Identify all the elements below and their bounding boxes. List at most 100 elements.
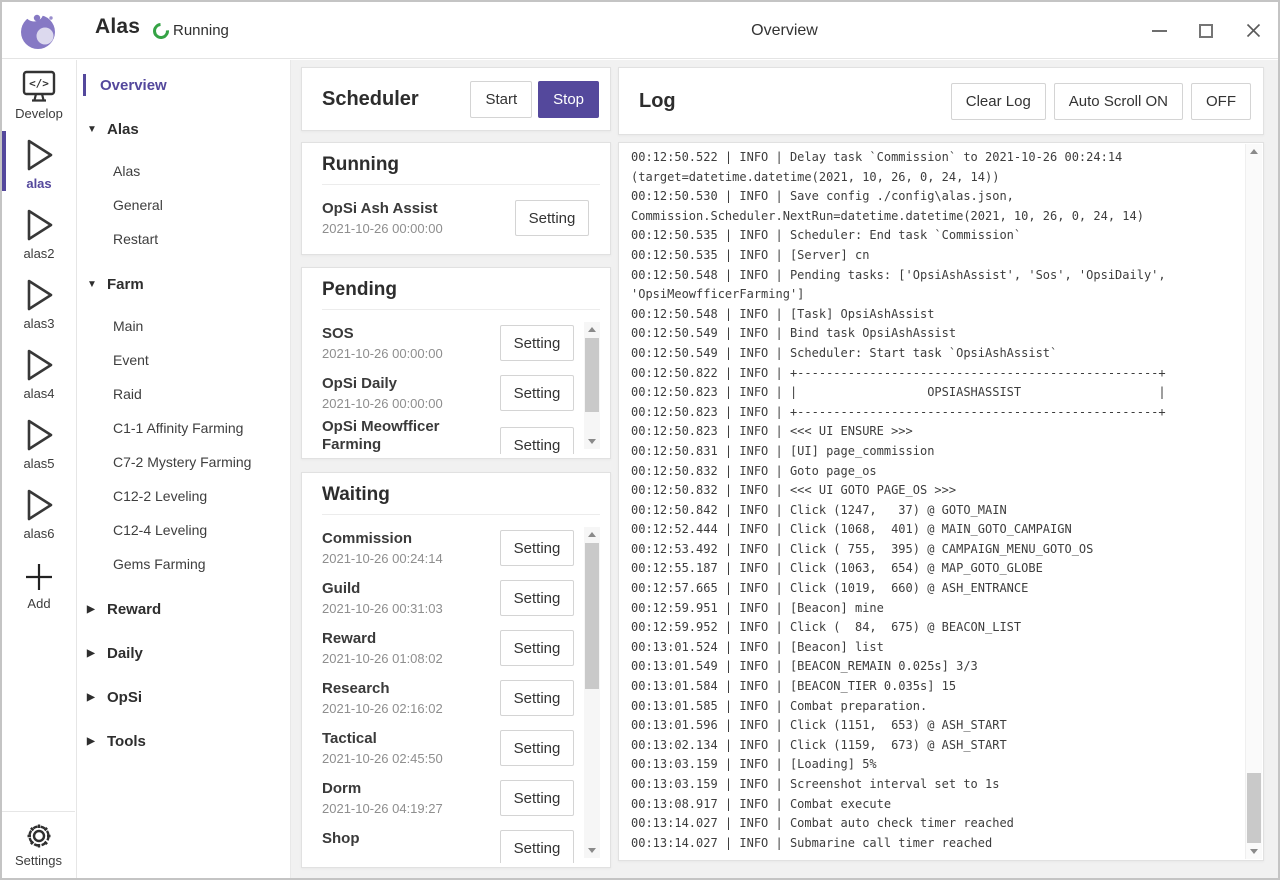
log-line: 00:12:50.832 | INFO | <<< UI GOTO PAGE_O… (631, 481, 1237, 501)
group-arrow-icon: ▶ (87, 648, 99, 659)
setting-button[interactable]: Setting (500, 630, 574, 666)
play-icon (20, 415, 58, 455)
pending-panel: Pending SOS 2021-10-26 00:00:00 Setting (301, 267, 611, 459)
nav-group-header[interactable]: ▶ Daily (78, 637, 290, 669)
nav-item[interactable]: C12-2 Leveling (78, 479, 290, 513)
titlebar: Alas Running Overview (2, 2, 1278, 59)
nav-group-header[interactable]: ▼ Alas (78, 113, 290, 145)
setting-button[interactable]: Setting (500, 427, 574, 454)
nav-item[interactable]: C1-1 Affinity Farming (78, 411, 290, 445)
nav-item[interactable]: General (78, 188, 290, 222)
log-scrollbar[interactable] (1245, 144, 1262, 859)
task-info: SOS 2021-10-26 00:00:00 (322, 325, 500, 361)
log-line: 00:13:03.159 | INFO | Screenshot interva… (631, 775, 1237, 795)
nav-group-header[interactable]: ▶ Tools (78, 725, 290, 757)
scrollbar-down-button[interactable] (1246, 844, 1262, 859)
scrollbar-up-button[interactable] (584, 322, 600, 337)
scrollbar-thumb[interactable] (585, 338, 599, 412)
rail-item-instance[interactable]: alas (2, 126, 76, 196)
scrollbar[interactable] (584, 322, 600, 449)
scrollbar-down-button[interactable] (584, 843, 600, 858)
log-line: 00:12:50.831 | INFO | [UI] page_commissi… (631, 442, 1237, 462)
nav-item[interactable]: Main (78, 309, 290, 343)
minimize-button[interactable] (1150, 22, 1168, 40)
task-next-run: 2021-10-26 02:45:50 (322, 751, 494, 766)
log-output[interactable]: 00:12:50.522 | INFO | Delay task `Commis… (631, 148, 1237, 858)
task-info: Shop (322, 830, 500, 863)
rail-settings-section: Settings (2, 811, 75, 878)
stop-button[interactable]: Stop (538, 81, 599, 118)
running-title: Running (302, 143, 610, 184)
nav-group-header[interactable]: ▶ OpSi (78, 681, 290, 713)
auto-scroll-on-button[interactable]: Auto Scroll ON (1054, 83, 1183, 120)
nav-group-items: Alas General Restart (78, 154, 290, 256)
nav-item[interactable]: C12-4 Leveling (78, 513, 290, 547)
group-arrow-icon: ▶ (87, 604, 99, 615)
nav-item[interactable]: Event (78, 343, 290, 377)
play-icon (20, 135, 58, 175)
nav-item[interactable]: Raid (78, 377, 290, 411)
setting-button[interactable]: Setting (515, 200, 589, 236)
log-line: 00:13:01.584 | INFO | [BEACON_TIER 0.035… (631, 677, 1237, 697)
auto-scroll-off-button[interactable]: OFF (1191, 83, 1251, 120)
rail-item-add[interactable]: Add (2, 546, 76, 616)
app-logo-icon (18, 10, 58, 50)
scrollbar-thumb[interactable] (585, 543, 599, 689)
setting-button[interactable]: Setting (500, 580, 574, 616)
task-name: Tactical (322, 730, 494, 748)
svg-text:</>: </> (29, 77, 49, 90)
setting-button[interactable]: Setting (500, 375, 574, 411)
nav-item[interactable]: C7-2 Mystery Farming (78, 445, 290, 479)
start-button[interactable]: Start (470, 81, 532, 118)
status-label: Running (173, 22, 229, 39)
nav-item[interactable]: Gems Farming (78, 547, 290, 581)
task-info: Commission 2021-10-26 00:24:14 (322, 530, 500, 566)
nav-group-header[interactable]: ▼ Farm (78, 268, 290, 300)
nav-group: ▶ Tools (78, 725, 290, 757)
rail-item-instance[interactable]: alas2 (2, 196, 76, 266)
maximize-button[interactable] (1197, 22, 1215, 40)
rail-item-develop[interactable]: </> Develop (2, 60, 76, 126)
play-icon (20, 275, 58, 315)
setting-button[interactable]: Setting (500, 680, 574, 716)
task-info: Dorm 2021-10-26 04:19:27 (322, 780, 500, 816)
scrollbar-up-button[interactable] (584, 527, 600, 542)
log-line: 00:12:53.492 | INFO | Click ( 755, 395) … (631, 540, 1237, 560)
log-line: 00:12:59.952 | INFO | Click ( 84, 675) @… (631, 618, 1237, 638)
setting-button[interactable]: Setting (500, 325, 574, 361)
task-next-run: 2021-10-26 00:00:00 (322, 221, 509, 236)
scrollbar-thumb[interactable] (1247, 773, 1261, 843)
instance-rail: </> Develop alas alas2 (2, 60, 77, 878)
setting-button[interactable]: Setting (500, 780, 574, 816)
nav-group-header[interactable]: ▶ Reward (78, 593, 290, 625)
scrollbar-up-button[interactable] (1246, 144, 1262, 159)
instance-label: alas3 (23, 316, 54, 331)
scrollbar-down-button[interactable] (584, 434, 600, 449)
waiting-panel: Waiting Commission 2021-10-26 00:24:14 S… (301, 472, 611, 868)
setting-button[interactable]: Setting (500, 730, 574, 766)
nav-item-overview[interactable]: Overview (78, 69, 290, 101)
waiting-title: Waiting (302, 473, 610, 514)
log-line: 00:13:02.134 | INFO | Click (1159, 673) … (631, 736, 1237, 756)
rail-item-instance[interactable]: alas3 (2, 266, 76, 336)
close-button[interactable] (1244, 22, 1262, 40)
log-line: 00:12:50.823 | INFO | <<< UI ENSURE >>> (631, 422, 1237, 442)
log-line: 00:12:50.842 | INFO | Click (1247, 37) @… (631, 501, 1237, 521)
setting-button[interactable]: Setting (500, 530, 574, 566)
task-name: Reward (322, 630, 494, 648)
rail-item-instance[interactable]: alas4 (2, 336, 76, 406)
rail-item-instance[interactable]: alas6 (2, 476, 76, 546)
rail-label: Develop (15, 106, 63, 121)
clear-log-button[interactable]: Clear Log (951, 83, 1046, 120)
scrollbar[interactable] (584, 527, 600, 858)
setting-button[interactable]: Setting (500, 830, 574, 863)
log-line: 00:12:52.444 | INFO | Click (1068, 401) … (631, 520, 1237, 540)
nav-item-label: C12-2 Leveling (113, 488, 207, 504)
rail-item-settings[interactable]: Settings (2, 812, 75, 878)
nav-item[interactable]: Restart (78, 222, 290, 256)
nav-item[interactable]: Alas (78, 154, 290, 188)
log-line: 00:12:50.530 | INFO | Save config ./conf… (631, 187, 1237, 226)
log-line: 00:12:50.549 | INFO | Bind task OpsiAshA… (631, 324, 1237, 344)
instance-list: alas alas2 alas3 (2, 126, 76, 546)
rail-item-instance[interactable]: alas5 (2, 406, 76, 476)
